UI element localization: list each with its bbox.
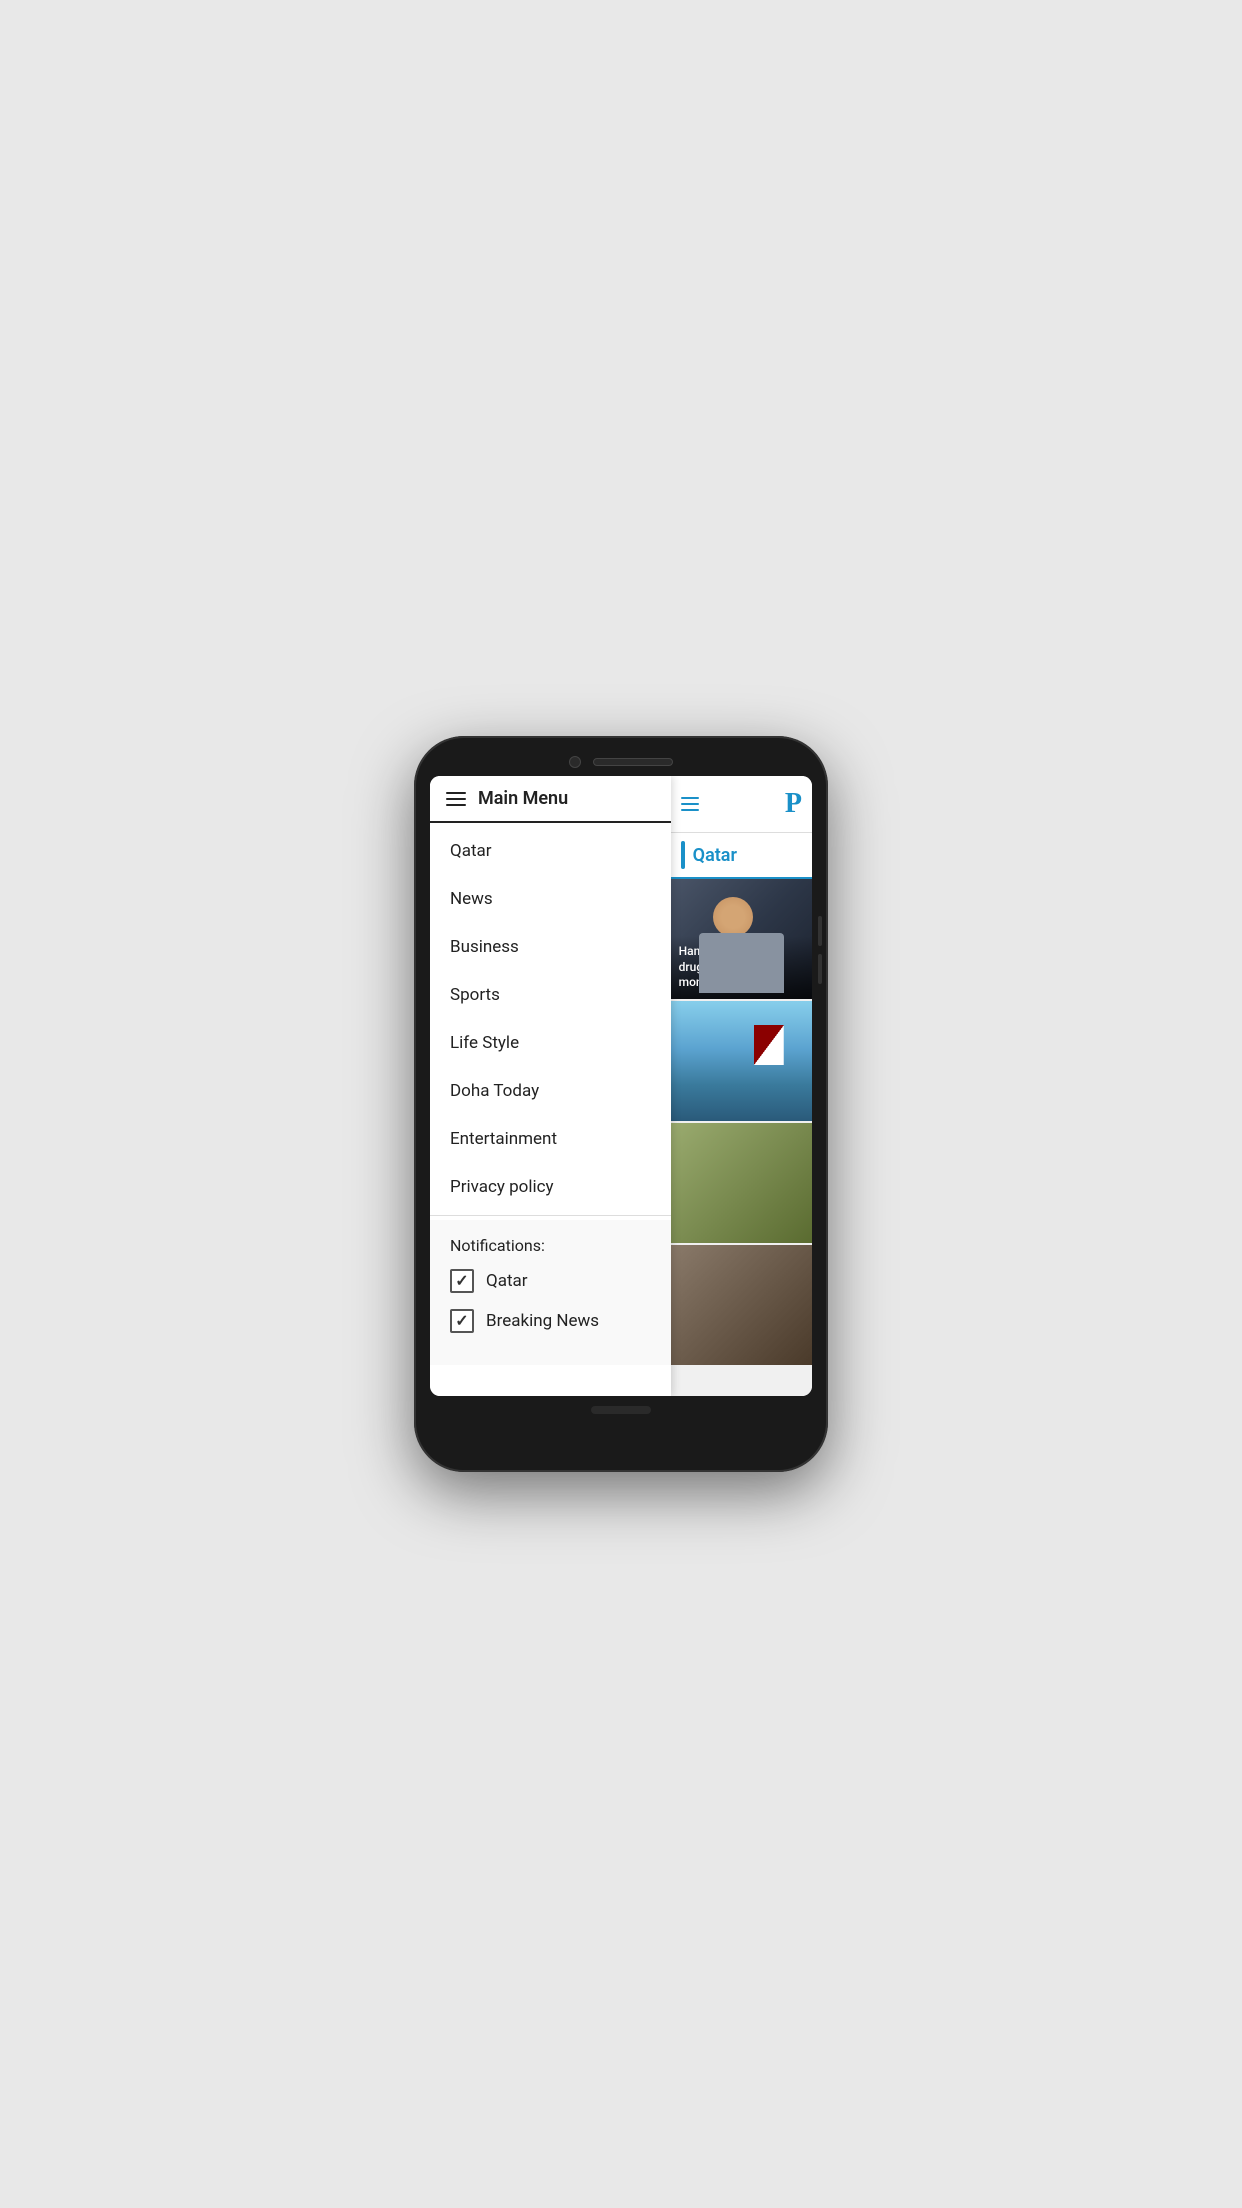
news-category-label: Qatar	[693, 845, 737, 866]
notification-breaking-news-checkbox[interactable]	[450, 1309, 474, 1333]
home-button[interactable]	[591, 1406, 651, 1414]
category-indicator	[681, 841, 685, 869]
menu-item-business[interactable]: Business	[430, 923, 671, 971]
news-card-1[interactable]: Hamad M...drug infor...month	[671, 879, 812, 999]
notifications-title: Notifications:	[450, 1236, 651, 1255]
news-card-3[interactable]	[671, 1123, 812, 1243]
news-card-1-title: Hamad M...drug infor...month	[679, 944, 804, 991]
menu-item-lifestyle[interactable]: Life Style	[430, 1019, 671, 1067]
menu-item-qatar[interactable]: Qatar	[430, 827, 671, 875]
side-buttons	[818, 916, 822, 984]
news-card-1-overlay: Hamad M...drug infor...month	[671, 936, 812, 999]
phone-screen: Main Menu Qatar News Business Sports Lif…	[430, 776, 812, 1396]
menu-item-entertainment[interactable]: Entertainment	[430, 1115, 671, 1163]
notification-qatar-checkbox[interactable]	[450, 1269, 474, 1293]
menu-item-doha-today[interactable]: Doha Today	[430, 1067, 671, 1115]
phone-device: Main Menu Qatar News Business Sports Lif…	[414, 736, 828, 1472]
news-header: P	[671, 776, 812, 833]
notification-qatar-label: Qatar	[486, 1271, 528, 1291]
news-hamburger-icon[interactable]	[681, 797, 699, 811]
news-category-bar: Qatar	[671, 833, 812, 879]
menu-item-sports[interactable]: Sports	[430, 971, 671, 1019]
volume-up-button[interactable]	[818, 916, 822, 946]
menu-item-news[interactable]: News	[430, 875, 671, 923]
menu-header: Main Menu	[430, 776, 671, 823]
notification-qatar[interactable]: Qatar	[450, 1269, 651, 1293]
phone-speaker	[593, 758, 673, 766]
news-card-2[interactable]	[671, 1001, 812, 1121]
menu-items-list: Qatar News Business Sports Life Style Do…	[430, 823, 671, 1396]
notifications-section: Notifications: Qatar Breaking News	[430, 1220, 671, 1365]
menu-item-privacy[interactable]: Privacy policy	[430, 1163, 671, 1211]
phone-top-bar	[430, 756, 812, 768]
notification-breaking-news-label: Breaking News	[486, 1311, 599, 1331]
news-logo: P	[785, 788, 802, 820]
hamburger-icon[interactable]	[446, 792, 466, 806]
volume-down-button[interactable]	[818, 954, 822, 984]
menu-divider	[430, 1215, 671, 1216]
menu-title: Main Menu	[478, 788, 568, 809]
menu-panel: Main Menu Qatar News Business Sports Lif…	[430, 776, 671, 1396]
app-content: Main Menu Qatar News Business Sports Lif…	[430, 776, 812, 1396]
news-card-4[interactable]	[671, 1245, 812, 1365]
news-cards-list: Hamad M...drug infor...month	[671, 879, 812, 1396]
news-panel: P Qatar Hamad M...drug infor...month	[671, 776, 812, 1396]
notification-breaking-news[interactable]: Breaking News	[450, 1309, 651, 1333]
phone-camera	[569, 756, 581, 768]
phone-bottom-bar	[430, 1406, 812, 1414]
